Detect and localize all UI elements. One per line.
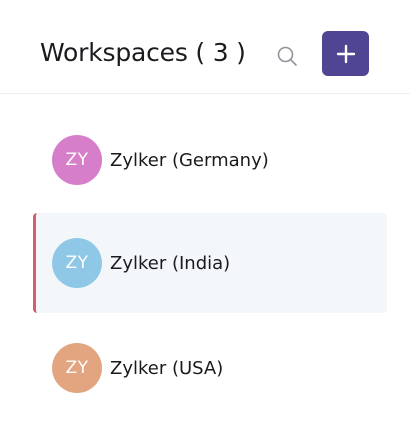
workspaces-header: Workspaces ( 3 ) (0, 0, 410, 94)
workspace-item-usa[interactable]: ZY Zylker (USA) (33, 318, 387, 418)
workspace-name: Zylker (India) (110, 252, 231, 274)
plus-icon (336, 44, 355, 63)
avatar: ZY (52, 238, 102, 288)
avatar: ZY (52, 135, 102, 185)
page-title: Workspaces ( 3 ) (40, 36, 246, 70)
avatar: ZY (52, 343, 102, 393)
search-button[interactable] (271, 40, 303, 72)
workspace-count: ( 3 ) (195, 38, 246, 67)
title-text: Workspaces (40, 38, 188, 67)
add-workspace-button[interactable] (322, 31, 369, 76)
workspace-name: Zylker (USA) (110, 357, 224, 379)
workspaces-panel: Workspaces ( 3 ) ZY Zylker (Germany) ZY … (0, 0, 410, 441)
workspace-item-india[interactable]: ZY Zylker (India) (33, 213, 387, 313)
search-icon (277, 46, 297, 66)
workspace-item-germany[interactable]: ZY Zylker (Germany) (33, 110, 387, 210)
workspace-name: Zylker (Germany) (110, 149, 269, 171)
